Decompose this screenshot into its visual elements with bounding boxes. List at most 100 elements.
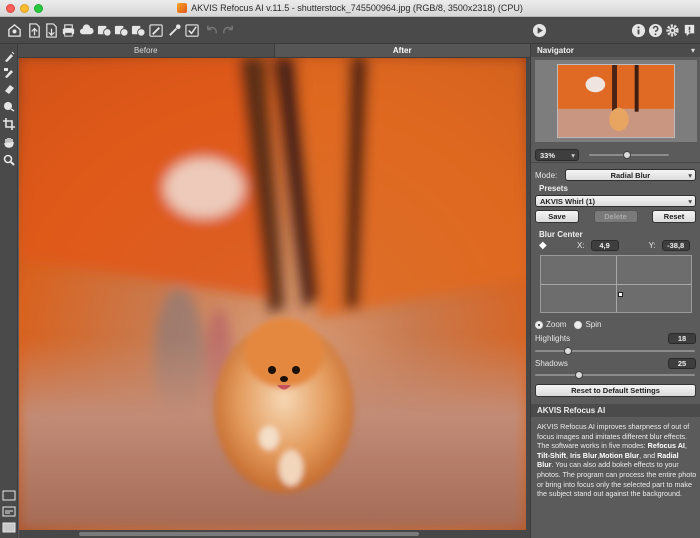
navigator-thumbnail	[558, 65, 674, 137]
check-brush-icon[interactable]	[184, 22, 200, 38]
reset-preset-button[interactable]: Reset	[652, 210, 696, 223]
horizontal-scrollbar[interactable]	[19, 530, 526, 538]
cloud-upload-icon[interactable]	[78, 22, 94, 38]
undo-icon[interactable]	[203, 22, 219, 38]
preset-buttons: Save Delete Reset	[535, 210, 696, 223]
reset-defaults-button[interactable]: Reset to Default Settings	[535, 384, 696, 397]
spin-radio[interactable]	[574, 320, 583, 329]
y-field[interactable]: -38,8	[661, 240, 690, 251]
open-file-icon[interactable]	[26, 22, 42, 38]
zoom-row: 33% ▾	[535, 149, 696, 161]
eyedropper-icon[interactable]	[166, 22, 182, 38]
x-field[interactable]: 4,9	[590, 240, 619, 251]
background-brush-icon[interactable]	[2, 66, 16, 80]
run-icon[interactable]	[531, 22, 547, 38]
zoom-window-button[interactable]	[34, 4, 43, 13]
print-icon[interactable]	[60, 22, 76, 38]
shadows-row: Shadows 25	[535, 358, 696, 369]
save-preset-button[interactable]: Save	[535, 210, 579, 223]
help-text: AKVIS Refocus AI improves sharpness of o…	[537, 422, 697, 499]
shadows-slider-row	[535, 371, 696, 379]
blur-center-point[interactable]	[618, 292, 623, 297]
presets-label: Presets	[539, 184, 568, 193]
tab-after[interactable]: After	[273, 44, 530, 57]
hand-icon[interactable]	[2, 135, 16, 149]
close-window-button[interactable]	[6, 4, 15, 13]
diamond-handle-icon: ◆	[539, 240, 547, 251]
tool-column	[0, 44, 18, 538]
blur-center-coords: ◆ X: 4,9 Y: -38,8	[535, 240, 696, 251]
tab-before[interactable]: Before	[18, 44, 274, 57]
zoom-icon[interactable]	[2, 153, 16, 167]
shadows-field[interactable]: 25	[668, 358, 696, 369]
zoom-select[interactable]: 33% ▾	[535, 149, 579, 161]
spin-radio-label: Spin	[585, 320, 602, 329]
view-single-icon[interactable]	[2, 490, 16, 501]
zoom-radio-label: Zoom	[546, 320, 567, 329]
blur-type-radios: Zoom Spin	[535, 320, 696, 329]
navigator-title: Navigator	[537, 46, 574, 55]
view-split-icon[interactable]	[2, 506, 16, 517]
mode-row: Mode: Radial Blur ▾	[535, 169, 696, 181]
preset-select[interactable]: AKVIS Whirl (1) ▾	[535, 195, 696, 207]
app-logo-icon	[177, 3, 188, 13]
shadows-label: Shadows	[535, 359, 568, 368]
eraser-icon[interactable]	[2, 82, 16, 96]
navigator-preview[interactable]	[535, 60, 697, 142]
photo-radial-blur	[19, 58, 526, 530]
main-toolbar	[0, 17, 700, 44]
settings-panel: Navigator ▾ 33% ▾ Mode: Radial Blur ▾ Pr…	[530, 44, 700, 538]
highlights-slider[interactable]	[535, 347, 695, 355]
highlights-label: Highlights	[535, 334, 571, 343]
info-icon[interactable]	[630, 22, 646, 38]
before-after-tabs: Before After	[18, 44, 530, 58]
notification-icon[interactable]	[681, 22, 697, 38]
image-canvas[interactable]	[19, 58, 526, 530]
preset-row: AKVIS Whirl (1) ▾	[535, 195, 696, 207]
panel-menu-icon[interactable]: ▾	[691, 44, 695, 57]
batch-icon[interactable]	[96, 22, 112, 38]
redo-icon[interactable]	[220, 22, 236, 38]
y-label: Y:	[648, 241, 656, 250]
highlights-slider-knob[interactable]	[564, 347, 572, 355]
horizontal-scroll-thumb[interactable]	[79, 532, 419, 536]
help-icon[interactable]	[647, 22, 663, 38]
shadows-slider-knob[interactable]	[575, 371, 583, 379]
help-title: AKVIS Refocus AI	[531, 404, 700, 417]
mode-value: Radial Blur	[610, 171, 651, 180]
zoom-radio[interactable]	[535, 320, 543, 329]
window-title: AKVIS Refocus AI v.11.5 - shutterstock_7…	[191, 3, 523, 13]
background-color-icon[interactable]	[2, 522, 16, 533]
save-file-icon[interactable]	[43, 22, 59, 38]
home-icon[interactable]	[6, 22, 22, 38]
zoom-slider-knob[interactable]	[623, 151, 631, 159]
selection-brush-icon[interactable]	[2, 50, 16, 64]
reset-defaults-row: Reset to Default Settings	[535, 384, 696, 397]
mode-name-motion: Motion Blur	[599, 450, 640, 460]
mode-select[interactable]: Radial Blur ▾	[564, 169, 696, 181]
preset-brush-icon[interactable]	[148, 22, 164, 38]
mode-label: Mode:	[535, 170, 558, 180]
mode-name-tilt-shift: Tilt-Shift	[537, 450, 567, 460]
batch-icon-3[interactable]	[130, 22, 146, 38]
settings-icon[interactable]	[664, 22, 680, 38]
x-label: X:	[577, 241, 585, 250]
minimize-window-button[interactable]	[20, 4, 29, 13]
mode-name-refocus: Refocus AI	[647, 441, 685, 451]
navigator-viewport[interactable]	[557, 64, 675, 138]
highlights-slider-row	[535, 347, 696, 355]
preset-value: AKVIS Whirl (1)	[540, 197, 596, 206]
shadows-slider[interactable]	[535, 371, 695, 379]
blur-center-grid[interactable]	[540, 255, 692, 313]
help-paragraph-2: You can also add bokeh effects to your p…	[537, 460, 697, 499]
crop-icon[interactable]	[2, 117, 16, 131]
mode-name-iris: Iris Blur	[570, 450, 598, 460]
magic-eraser-icon[interactable]	[2, 99, 16, 113]
window-title-bar: AKVIS Refocus AI v.11.5 - shutterstock_7…	[0, 0, 700, 17]
delete-preset-button[interactable]: Delete	[593, 210, 638, 223]
batch-icon-2[interactable]	[113, 22, 129, 38]
window-controls	[6, 4, 43, 13]
highlights-field[interactable]: 18	[668, 333, 696, 344]
blur-center-label: Blur Center	[539, 230, 583, 239]
zoom-slider[interactable]	[589, 151, 669, 159]
